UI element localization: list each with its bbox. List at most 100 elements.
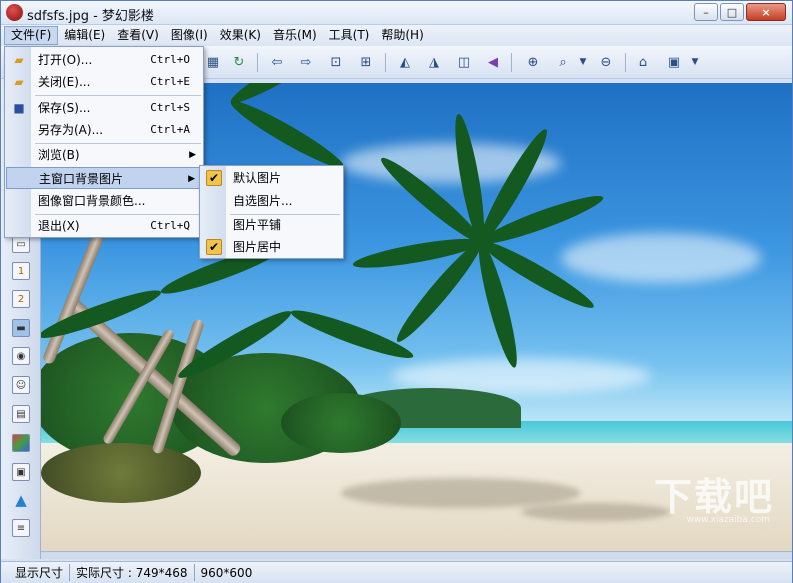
actual-size-label-text: 实际尺寸 bbox=[76, 566, 125, 580]
menu-item-close[interactable]: ▰ 关闭(E)... Ctrl+E bbox=[6, 71, 202, 93]
menu-item-browse[interactable]: 浏览(B) ▶ bbox=[6, 144, 202, 166]
palm-frond bbox=[226, 94, 349, 175]
cloud bbox=[561, 233, 761, 283]
panel-icon[interactable]: ▬ bbox=[12, 319, 30, 337]
horizontal-scrollbar[interactable] bbox=[41, 551, 792, 559]
menu-file[interactable]: 文件(F) bbox=[4, 26, 59, 45]
toolbar-separator bbox=[257, 53, 258, 72]
menu-item-main-background[interactable]: 主窗口背景图片 ▶ bbox=[6, 167, 202, 189]
menu-help[interactable]: 帮助(H) bbox=[375, 26, 429, 45]
menu-item-exit[interactable]: 退出(X) Ctrl+Q bbox=[6, 215, 202, 237]
file-menu-dropdown: ▰ 打开(O)... Ctrl+O ▰ 关闭(E)... Ctrl+E ■ 保存… bbox=[4, 46, 204, 238]
menu-item-label: 图片平铺 bbox=[233, 218, 282, 232]
color-palette-icon[interactable] bbox=[12, 434, 30, 452]
menu-separator bbox=[35, 95, 201, 96]
submenu-item-tile[interactable]: 图片平铺 bbox=[201, 214, 342, 236]
menu-item-save[interactable]: ■ 保存(S)... Ctrl+S bbox=[6, 97, 202, 119]
frame-one-icon[interactable]: 1 bbox=[12, 262, 30, 280]
rotate-right-icon[interactable]: ◮ bbox=[424, 52, 444, 72]
checkmark-icon: ✔ bbox=[206, 170, 222, 186]
menu-edit[interactable]: 编辑(E) bbox=[58, 26, 111, 45]
minimize-button[interactable]: – bbox=[694, 3, 718, 21]
folder-close-icon: ▰ bbox=[14, 75, 24, 89]
submenu-arrow-icon: ▶ bbox=[188, 174, 195, 184]
watermark-logo: 下载吧 bbox=[653, 475, 774, 519]
chevron-down-icon[interactable]: ▼ bbox=[573, 52, 593, 72]
menu-tools[interactable]: 工具(T) bbox=[323, 26, 376, 45]
frame-two-icon[interactable]: 2 bbox=[12, 290, 30, 308]
submenu-item-custom-image[interactable]: 自选图片... bbox=[201, 190, 342, 212]
app-window: sdfsfs.jpg - 梦幻影楼 – □ × 文件(F) 编辑(E) 查看(V… bbox=[0, 0, 793, 583]
menu-item-label: 另存为(A)... bbox=[38, 123, 104, 137]
checkmark-icon: ✔ bbox=[206, 239, 222, 255]
menu-item-shortcut: Ctrl+E bbox=[150, 75, 190, 88]
menu-item-label: 浏览(B) bbox=[38, 148, 80, 162]
menu-item-shortcut: Ctrl+Q bbox=[150, 219, 190, 232]
menu-item-label: 图片居中 bbox=[233, 240, 282, 254]
refresh-icon[interactable]: ↻ bbox=[229, 52, 249, 72]
rotate-left-icon[interactable]: ◭ bbox=[395, 52, 415, 72]
vegetation bbox=[281, 393, 401, 453]
list-icon[interactable]: ≡ bbox=[12, 519, 30, 537]
zoom-out-icon[interactable]: ⊖ bbox=[596, 52, 616, 72]
close-button[interactable]: × bbox=[746, 3, 786, 21]
background-submenu: ✔ 默认图片 自选图片... 图片平铺 ✔ 图片居中 bbox=[199, 165, 344, 259]
menu-item-save-as[interactable]: 另存为(A)... Ctrl+A bbox=[6, 119, 202, 141]
zoom-menu-icon[interactable]: ⌕ bbox=[553, 52, 573, 72]
portrait-icon[interactable]: ☺ bbox=[12, 376, 30, 394]
menu-music[interactable]: 音乐(M) bbox=[267, 26, 323, 45]
screen-size-value: 960*600 bbox=[200, 565, 253, 580]
submenu-item-center[interactable]: ✔ 图片居中 bbox=[201, 236, 342, 258]
title-bar: sdfsfs.jpg - 梦幻影楼 – □ × bbox=[1, 1, 792, 25]
menu-effects[interactable]: 效果(K) bbox=[214, 26, 267, 45]
menu-item-shortcut: Ctrl+S bbox=[150, 101, 190, 114]
toolbar-separator bbox=[511, 53, 512, 72]
flip-vertical-icon[interactable]: ◀ bbox=[483, 52, 503, 72]
floppy-disk-icon: ■ bbox=[13, 101, 25, 115]
menu-item-label: 默认图片 bbox=[233, 171, 282, 185]
menu-item-image-bg-color[interactable]: 图像窗口背景颜色... bbox=[6, 190, 202, 212]
chevron-down-icon[interactable]: ▼ bbox=[685, 52, 705, 72]
menu-item-shortcut: Ctrl+O bbox=[150, 53, 190, 66]
palm-shadow bbox=[341, 478, 581, 508]
zoom-in-icon[interactable]: ⊕ bbox=[523, 52, 543, 72]
window-controls: – □ × bbox=[694, 3, 786, 21]
toolbar-separator bbox=[625, 53, 626, 72]
menu-item-label: 退出(X) bbox=[38, 219, 80, 233]
menu-item-label: 自选图片... bbox=[233, 194, 293, 208]
triangle-icon[interactable]: ▲ bbox=[12, 491, 30, 509]
menu-item-label: 关闭(E)... bbox=[38, 75, 91, 89]
display-size-label: 显示尺寸 bbox=[9, 564, 71, 581]
picture-icon[interactable]: ▣ bbox=[664, 52, 684, 72]
maximize-button[interactable]: □ bbox=[720, 3, 744, 21]
next-icon[interactable]: ⇨ bbox=[296, 52, 316, 72]
status-bar: 显示尺寸 实际尺寸 : 749*468 960*600 bbox=[1, 561, 792, 583]
menu-item-open[interactable]: ▰ 打开(O)... Ctrl+O bbox=[6, 49, 202, 71]
actual-size-icon[interactable]: ⊞ bbox=[356, 52, 376, 72]
menu-bar: 文件(F) 编辑(E) 查看(V) 图像(I) 效果(K) 音乐(M) 工具(T… bbox=[1, 25, 792, 46]
fit-window-icon[interactable]: ⊡ bbox=[326, 52, 346, 72]
submenu-arrow-icon: ▶ bbox=[189, 150, 196, 160]
previous-icon[interactable]: ⇦ bbox=[267, 52, 287, 72]
gallery-icon[interactable]: ▣ bbox=[12, 463, 30, 481]
menu-item-label: 图像窗口背景颜色... bbox=[38, 194, 146, 208]
window-title: sdfsfs.jpg - 梦幻影楼 bbox=[27, 9, 154, 24]
camera-icon[interactable]: ◉ bbox=[12, 347, 30, 365]
menu-image[interactable]: 图像(I) bbox=[165, 26, 214, 45]
menu-item-shortcut: Ctrl+A bbox=[150, 123, 190, 136]
menu-view[interactable]: 查看(V) bbox=[111, 26, 165, 45]
folder-open-icon: ▰ bbox=[14, 53, 24, 67]
home-icon[interactable]: ⌂ bbox=[633, 52, 653, 72]
menu-item-label: 保存(S)... bbox=[38, 101, 91, 115]
chart-icon[interactable]: ▤ bbox=[12, 405, 30, 423]
actual-size-label: 实际尺寸 : 749*468 bbox=[70, 564, 195, 581]
print-icon[interactable]: ▦ bbox=[203, 52, 223, 72]
submenu-item-default-image[interactable]: ✔ 默认图片 bbox=[201, 167, 342, 189]
vegetation bbox=[41, 443, 201, 503]
menu-item-label: 打开(O)... bbox=[38, 53, 93, 67]
app-logo-icon bbox=[6, 4, 23, 21]
palm-shadow bbox=[521, 503, 671, 521]
watermark-url: www.xiazaiba.com bbox=[686, 515, 770, 525]
menu-item-label: 主窗口背景图片 bbox=[39, 172, 124, 186]
flip-horizontal-icon[interactable]: ◫ bbox=[454, 52, 474, 72]
